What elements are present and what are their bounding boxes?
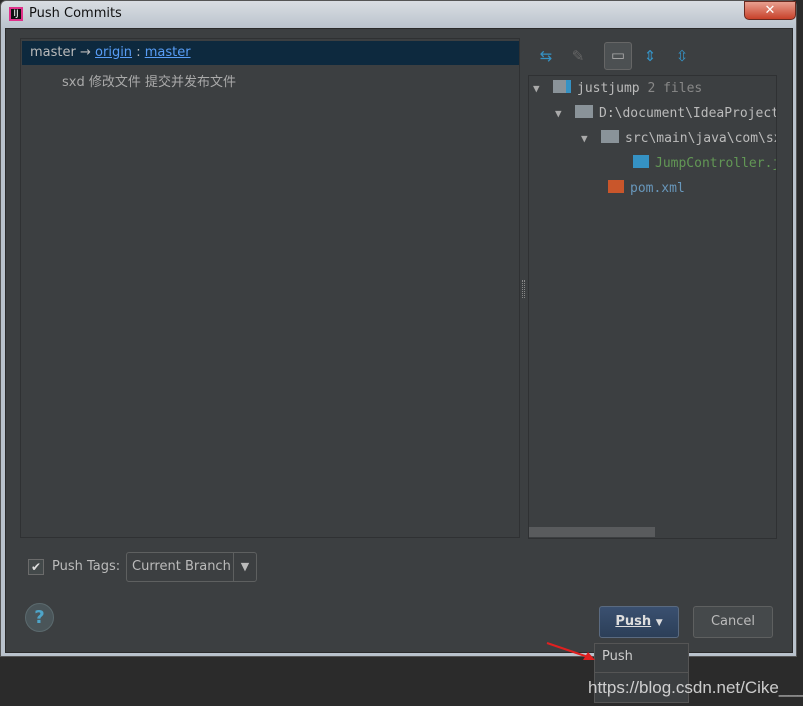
tags-select-value: Current Branch	[132, 559, 231, 574]
changes-tree: ▼ justjump 2 files ▼ D:\document\IdeaProje…	[528, 75, 777, 539]
remote-branch-link[interactable]: master	[145, 45, 191, 60]
tags-select[interactable]: Current Branch ▼	[126, 552, 257, 582]
tree-file-java[interactable]: JumpController.java	[633, 154, 776, 174]
root-label: justjump	[577, 81, 640, 96]
module-icon	[553, 80, 571, 93]
expand-arrow-icon[interactable]: ▼	[581, 129, 601, 149]
help-button[interactable]: ?	[25, 603, 54, 632]
file-count: 2 files	[647, 81, 703, 96]
splitter-handle[interactable]	[522, 280, 525, 298]
file-label: JumpController.java	[655, 156, 776, 171]
horizontal-scrollbar[interactable]	[529, 527, 655, 537]
menu-item-push[interactable]: Push	[595, 644, 688, 673]
push-tags-checkbox[interactable]: ✔	[28, 559, 44, 575]
java-file-icon	[633, 155, 649, 168]
path-label: D:\document\IdeaProject	[599, 106, 777, 121]
commit-item[interactable]: sxd 修改文件 提交并发布文件	[62, 71, 236, 90]
cancel-button[interactable]: Cancel	[693, 606, 773, 638]
expand-arrow-icon[interactable]: ▼	[555, 104, 575, 124]
arrow: →	[79, 45, 91, 60]
xml-file-icon	[608, 180, 624, 193]
commits-panel: master → origin : master sxd 修改文件 提交并发布文…	[20, 38, 520, 538]
local-branch: master	[30, 45, 76, 60]
expand-arrow-icon[interactable]: ▼	[533, 79, 553, 99]
push-label: Push	[615, 614, 652, 629]
collapse-icon[interactable]: ⇆	[534, 44, 558, 68]
collapse-all-icon[interactable]: ⇳	[670, 44, 694, 68]
file-label: pom.xml	[630, 181, 685, 196]
remote-link[interactable]: origin	[95, 45, 132, 60]
folder-icon	[575, 105, 593, 118]
red-arrow-annotation	[546, 642, 595, 660]
tree-node-root[interactable]: ▼ justjump 2 files	[533, 79, 702, 99]
separator: :	[136, 45, 141, 60]
tree-file-pom[interactable]: pom.xml	[608, 179, 685, 199]
chevron-down-icon[interactable]: ▼	[233, 553, 256, 581]
subpath-label: src\main\java\com\sx	[625, 131, 777, 146]
folder-icon	[601, 130, 619, 143]
group-by-directory-icon[interactable]: ▭	[604, 42, 632, 70]
expand-all-icon[interactable]: ⇕	[638, 44, 662, 68]
tree-node-path[interactable]: ▼ D:\document\IdeaProject	[555, 104, 777, 124]
push-button[interactable]: Push ▼	[599, 606, 679, 638]
edit-source-icon[interactable]: ✎	[566, 44, 590, 68]
watermark: https://blog.csdn.net/Cike___	[588, 678, 803, 697]
intellij-icon: IJ	[9, 7, 23, 21]
dropdown-arrow-icon[interactable]: ▼	[656, 618, 663, 628]
close-button[interactable]: ✕	[744, 1, 796, 20]
push-tags-label: Push Tags:	[52, 559, 121, 574]
branch-row[interactable]: master → origin : master	[22, 41, 519, 65]
tree-node-subpath[interactable]: ▼ src\main\java\com\sx	[581, 129, 777, 149]
window-title: Push Commits	[29, 6, 122, 21]
